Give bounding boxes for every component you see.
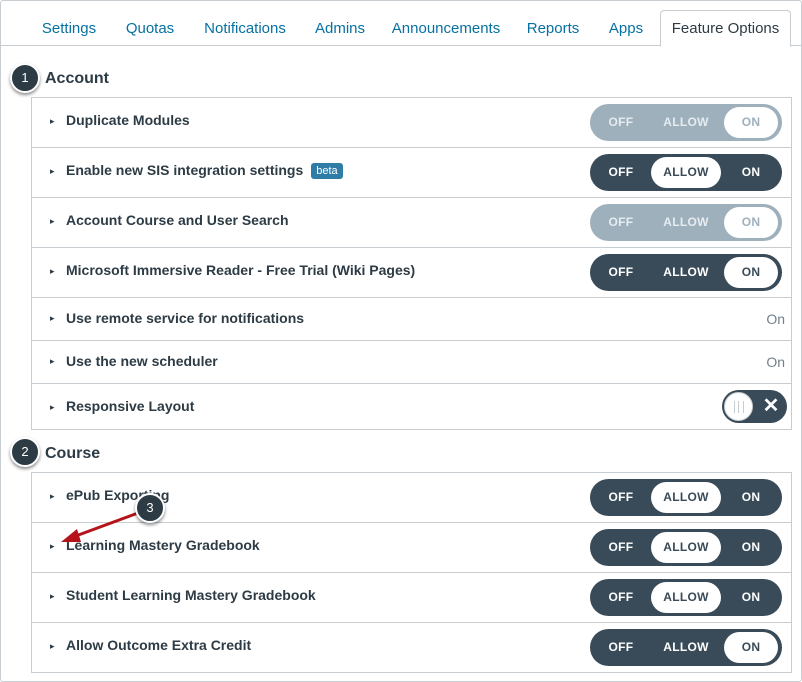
step-marker-1: 1 bbox=[10, 63, 40, 93]
toggle-off-option[interactable]: OFF bbox=[594, 532, 648, 563]
feature-row-learning-mastery-gradebook: ▸ Learning Mastery Gradebook OFF ALLOW O… bbox=[32, 523, 791, 573]
feature-label[interactable]: Allow Outcome Extra Credit bbox=[66, 637, 251, 653]
toggle-on-option: ON bbox=[724, 107, 778, 138]
toggle-on-option[interactable]: ON bbox=[724, 257, 778, 288]
expand-arrow-icon[interactable]: ▸ bbox=[50, 313, 55, 324]
toggle-allow-option[interactable]: ALLOW bbox=[651, 482, 721, 513]
toggle-allow-option: ALLOW bbox=[663, 115, 709, 129]
feature-state-toggle: OFF ALLOW ON bbox=[590, 629, 782, 666]
feature-state-toggle: OFF ALLOW ON bbox=[590, 104, 782, 141]
feature-row-sis-integration: ▸ Enable new SIS integration settings bet… bbox=[32, 148, 791, 198]
feature-row-remote-notifications: ▸ Use remote service for notifications O… bbox=[32, 298, 791, 341]
settings-tabs: Settings Quotas Notifications Admins Ann… bbox=[1, 1, 802, 47]
expand-arrow-icon[interactable]: ▸ bbox=[50, 216, 55, 227]
toggle-on-option: ON bbox=[724, 207, 778, 238]
toggle-off-option: OFF bbox=[608, 215, 634, 229]
beta-badge: beta bbox=[311, 163, 343, 179]
feature-options-panel: Settings Quotas Notifications Admins Ann… bbox=[0, 0, 802, 682]
tab-notifications[interactable]: Notifications bbox=[191, 11, 299, 47]
feature-status-text: On bbox=[766, 311, 785, 327]
toggle-allow-option[interactable]: ALLOW bbox=[651, 632, 721, 663]
toggle-off-option[interactable]: OFF bbox=[594, 582, 648, 613]
tab-quotas[interactable]: Quotas bbox=[115, 11, 185, 47]
feature-label[interactable]: Account Course and User Search bbox=[66, 212, 289, 228]
feature-label[interactable]: Use the new scheduler bbox=[66, 353, 218, 369]
tab-reports[interactable]: Reports bbox=[517, 11, 589, 47]
feature-state-toggle: OFF ALLOW ON bbox=[590, 529, 782, 566]
step-marker-2: 2 bbox=[10, 437, 40, 467]
feature-label[interactable]: Learning Mastery Gradebook bbox=[66, 537, 260, 553]
expand-arrow-icon[interactable]: ▸ bbox=[50, 266, 55, 277]
feature-state-toggle: OFF ALLOW ON bbox=[590, 154, 782, 191]
feature-status-text: On bbox=[766, 354, 785, 370]
toggle-on-option[interactable]: ON bbox=[724, 157, 778, 188]
toggle-on-option[interactable]: ON bbox=[724, 632, 778, 663]
expand-arrow-icon[interactable]: ▸ bbox=[50, 116, 55, 127]
responsive-layout-switch[interactable]: ✕ bbox=[722, 390, 787, 423]
feature-state-toggle: OFF ALLOW ON bbox=[590, 254, 782, 291]
switch-knob bbox=[724, 392, 753, 421]
toggle-allow-option[interactable]: ALLOW bbox=[651, 157, 721, 188]
toggle-on-option[interactable]: ON bbox=[724, 532, 778, 563]
step-marker-3: 3 bbox=[135, 493, 165, 523]
tab-announcements[interactable]: Announcements bbox=[381, 11, 511, 47]
expand-arrow-icon[interactable]: ▸ bbox=[50, 402, 55, 413]
feature-label[interactable]: Responsive Layout bbox=[66, 398, 194, 414]
toggle-on-option[interactable]: ON bbox=[724, 482, 778, 513]
toggle-on-option[interactable]: ON bbox=[724, 582, 778, 613]
toggle-off-option[interactable]: OFF bbox=[594, 482, 648, 513]
expand-arrow-icon[interactable]: ▸ bbox=[50, 356, 55, 367]
section-title-account: Account bbox=[45, 70, 109, 87]
expand-arrow-icon[interactable]: ▸ bbox=[50, 491, 55, 502]
feature-row-duplicate-modules: ▸ Duplicate Modules OFF ALLOW ON bbox=[32, 98, 791, 148]
feature-row-immersive-reader: ▸ Microsoft Immersive Reader - Free Tria… bbox=[32, 248, 791, 298]
feature-label[interactable]: Microsoft Immersive Reader - Free Trial … bbox=[66, 262, 415, 278]
feature-state-toggle: OFF ALLOW ON bbox=[590, 479, 782, 516]
tab-apps[interactable]: Apps bbox=[597, 11, 655, 47]
toggle-off-option[interactable]: OFF bbox=[594, 257, 648, 288]
feature-row-account-course-user-search: ▸ Account Course and User Search OFF ALL… bbox=[32, 198, 791, 248]
grip-lines-icon bbox=[734, 401, 744, 413]
x-icon: ✕ bbox=[762, 395, 780, 417]
tab-settings[interactable]: Settings bbox=[29, 11, 109, 47]
feature-row-student-learning-mastery-gradebook: ▸ Student Learning Mastery Gradebook OFF… bbox=[32, 573, 791, 623]
feature-label-text: Enable new SIS integration settings bbox=[66, 162, 304, 178]
feature-row-responsive-layout: ▸ Responsive Layout ✕ bbox=[32, 384, 791, 430]
feature-state-toggle: OFF ALLOW ON bbox=[590, 204, 782, 241]
expand-arrow-icon[interactable]: ▸ bbox=[50, 591, 55, 602]
account-feature-list: ▸ Duplicate Modules OFF ALLOW ON ▸ Enabl… bbox=[31, 97, 792, 430]
toggle-off-option[interactable]: OFF bbox=[594, 157, 648, 188]
feature-label[interactable]: Use remote service for notifications bbox=[66, 310, 304, 326]
tab-admins[interactable]: Admins bbox=[305, 11, 375, 47]
expand-arrow-icon[interactable]: ▸ bbox=[50, 541, 55, 552]
feature-row-outcome-extra-credit: ▸ Allow Outcome Extra Credit OFF ALLOW O… bbox=[32, 623, 791, 673]
feature-row-new-scheduler: ▸ Use the new scheduler On bbox=[32, 341, 791, 384]
tab-feature-options[interactable]: Feature Options bbox=[660, 10, 791, 47]
toggle-off-option: OFF bbox=[608, 115, 634, 129]
toggle-allow-option: ALLOW bbox=[663, 215, 709, 229]
expand-arrow-icon[interactable]: ▸ bbox=[50, 166, 55, 177]
feature-label[interactable]: Duplicate Modules bbox=[66, 112, 190, 128]
feature-state-toggle: OFF ALLOW ON bbox=[590, 579, 782, 616]
expand-arrow-icon[interactable]: ▸ bbox=[50, 641, 55, 652]
toggle-allow-option[interactable]: ALLOW bbox=[651, 257, 721, 288]
feature-label[interactable]: Student Learning Mastery Gradebook bbox=[66, 587, 316, 603]
toggle-allow-option[interactable]: ALLOW bbox=[651, 532, 721, 563]
toggle-off-option[interactable]: OFF bbox=[594, 632, 648, 663]
toggle-allow-option[interactable]: ALLOW bbox=[651, 582, 721, 613]
section-title-course: Course bbox=[45, 445, 101, 462]
feature-label[interactable]: Enable new SIS integration settings beta bbox=[66, 162, 343, 179]
